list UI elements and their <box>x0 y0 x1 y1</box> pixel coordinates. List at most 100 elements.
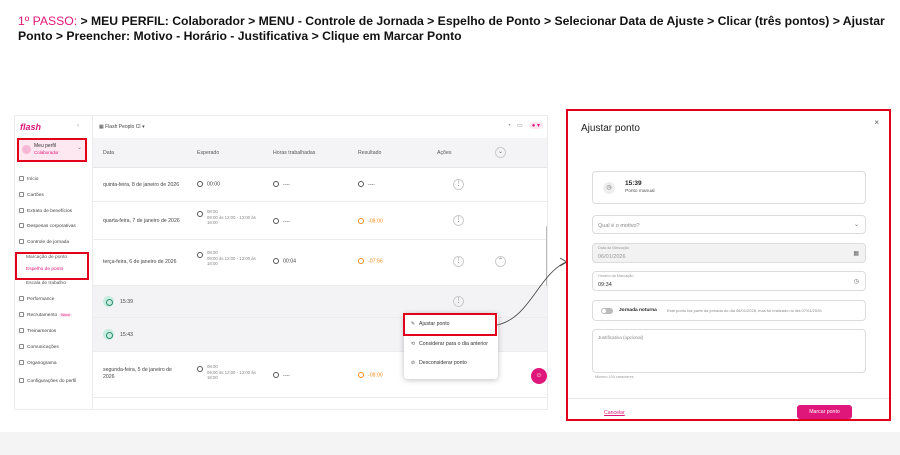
row-actions-button[interactable]: ⋮ <box>453 179 464 190</box>
table-row: quinta-feira, 8 de janeiro de 2026 00:00… <box>93 168 547 202</box>
sidebar-item-despesas[interactable]: Despesas corporativas <box>19 223 76 229</box>
punch-time: 15:39 <box>625 180 642 187</box>
punch-clock-icon <box>103 329 114 340</box>
card-icon <box>19 192 24 197</box>
punch-clock-icon <box>103 296 114 307</box>
sidebar: flash ‹ Meu perfil Colaborador ⌄ Início … <box>15 116 93 409</box>
list-icon <box>19 208 24 213</box>
punch-actions-button[interactable]: ⋮ <box>453 296 464 307</box>
sidebar-item-performance[interactable]: Performance <box>19 296 54 302</box>
people-icon <box>19 312 24 317</box>
reason-select[interactable]: Qual é o motivo? ⌄ <box>592 215 866 234</box>
modal-footer-divider <box>568 398 889 399</box>
gear-icon <box>19 378 24 383</box>
chevron-up-icon[interactable]: ⌃ <box>495 256 506 267</box>
row-actions-button[interactable]: ⋮ <box>453 215 464 226</box>
new-badge: Novo <box>59 312 73 317</box>
sidebar-item-extrato[interactable]: Extrato de benefícios <box>19 208 72 214</box>
sidebar-item-comunicacoes[interactable]: Comunicações <box>19 344 59 350</box>
sidebar-item-controle-jornada[interactable]: Controle de jornada <box>19 239 69 245</box>
expand-all-icon[interactable]: ⌄ <box>495 147 506 158</box>
ban-icon: ⊘ <box>410 360 416 366</box>
clock-icon <box>358 218 364 224</box>
flash-logo: flash <box>20 122 42 132</box>
clock-icon <box>358 372 364 378</box>
clock-icon <box>197 181 203 187</box>
clock-icon <box>197 211 203 217</box>
sidebar-sub-espelho[interactable]: Espelho de ponto <box>26 267 63 272</box>
clock-icon <box>197 252 203 258</box>
calendar-icon: ▦ <box>853 251 859 257</box>
table-row: terça-feira, 6 de janeiro de 2026 08:00 0… <box>93 240 547 286</box>
step-description: > MEU PERFIL: Colaborador > MENU - Contr… <box>18 14 885 43</box>
org-icon <box>19 360 24 365</box>
clock-icon <box>358 258 364 264</box>
profile-selector[interactable]: Meu perfil Colaborador ⌄ <box>17 138 87 162</box>
punch-icon: ◷ <box>603 182 615 194</box>
date-field: Data da Marcação 06/01/2026 ▦ <box>592 243 866 263</box>
topbar-icons: ◔ ▭ ● ▾ <box>501 122 543 129</box>
chevron-down-icon: ⌄ <box>853 222 859 228</box>
night-shift-box: Jornada noturna Este ponto faz parte da … <box>592 300 866 321</box>
notification-icon[interactable]: ◔ <box>507 123 511 129</box>
modal-title: Ajustar ponto <box>581 123 640 134</box>
step-label: 1º PASSO: <box>18 14 78 28</box>
calendar-icon[interactable]: ▭ <box>517 123 523 129</box>
menu-item-considerar-dia-anterior[interactable]: ⟲ Considerar para o dia anterior <box>410 341 488 347</box>
clock-icon <box>273 218 279 224</box>
help-chat-button[interactable]: ☺ <box>531 368 547 384</box>
home-icon <box>19 176 24 181</box>
col-worked: Horas trabalhadas <box>273 150 316 156</box>
night-shift-toggle[interactable] <box>601 308 613 314</box>
chart-icon <box>19 296 24 301</box>
punch-type: Ponto manual <box>625 189 655 194</box>
table-header: Data Esperado Horas trabalhadas Resultad… <box>93 138 547 168</box>
arrow-back-icon: ⟲ <box>410 341 416 347</box>
col-expected: Esperado <box>197 150 220 156</box>
clock-icon <box>273 181 279 187</box>
highlight-box <box>403 313 497 336</box>
sidebar-item-inicio[interactable]: Início <box>19 176 38 182</box>
table-row: quarta-feira, 7 de janeiro de 2026 08:00… <box>93 202 547 240</box>
adjust-punch-modal: Ajustar ponto × ◷ 15:39 Ponto manual Qua… <box>566 109 891 421</box>
cancel-button[interactable]: Cancelar <box>604 410 625 416</box>
avatar <box>22 145 31 154</box>
sidebar-item-recrutamento[interactable]: Recrutamento Novo <box>19 312 73 318</box>
night-shift-description: Este ponto faz parte da jornada do dia 0… <box>667 308 822 313</box>
collapse-icon[interactable]: ‹ <box>77 123 79 129</box>
clock-icon <box>358 181 364 187</box>
time-field[interactable]: Horário da Marcação 09:34 ◷ <box>592 271 866 291</box>
night-shift-label: Jornada noturna <box>619 308 657 313</box>
sidebar-item-configuracoes[interactable]: Configurações do perfil <box>19 378 76 384</box>
topbar: ▦ Flash Peoplo CI ▾ ◔ ▭ ● ▾ <box>93 116 547 138</box>
scrollbar[interactable] <box>546 226 547 286</box>
sidebar-item-treinamentos[interactable]: Treinamentos <box>19 328 56 334</box>
megaphone-icon <box>19 344 24 349</box>
row-actions-button[interactable]: ⋮ <box>453 256 464 267</box>
menu-item-desconsiderar-ponto[interactable]: ⊘ Desconsiderar ponto <box>410 360 467 366</box>
clock-icon <box>273 258 279 264</box>
sidebar-sub-escala[interactable]: Escala de trabalho <box>26 281 66 286</box>
user-menu-icon[interactable]: ● ▾ <box>528 122 543 129</box>
close-icon[interactable]: × <box>874 118 879 127</box>
sidebar-sub-marcacao[interactable]: Marcação de ponto <box>26 255 67 260</box>
company-selector[interactable]: ▦ Flash Peoplo CI ▾ <box>99 124 145 130</box>
char-hint: Mínimo 100 caracteres <box>595 375 634 379</box>
clock-icon <box>273 372 279 378</box>
bottom-bar <box>0 432 900 455</box>
col-result: Resultado <box>358 150 382 156</box>
book-icon <box>19 328 24 333</box>
clock-icon <box>197 366 203 372</box>
col-actions: Ações <box>437 150 452 156</box>
mark-punch-button[interactable]: Marcar ponto <box>797 405 852 419</box>
sidebar-item-organograma[interactable]: Organograma <box>19 360 57 366</box>
sidebar-item-cartoes[interactable]: Cartões <box>19 192 44 198</box>
profile-role: Colaborador <box>34 150 59 155</box>
instruction-text: 1º PASSO: > MEU PERFIL: Colaborador > ME… <box>18 14 888 44</box>
punch-card: ◷ 15:39 Ponto manual <box>592 171 866 204</box>
wallet-icon <box>19 223 24 228</box>
col-date: Data <box>103 150 114 156</box>
clock-icon: ◷ <box>853 279 859 285</box>
justification-textarea[interactable]: Justificativa (opcional) <box>592 329 866 373</box>
profile-title: Meu perfil <box>34 143 56 149</box>
